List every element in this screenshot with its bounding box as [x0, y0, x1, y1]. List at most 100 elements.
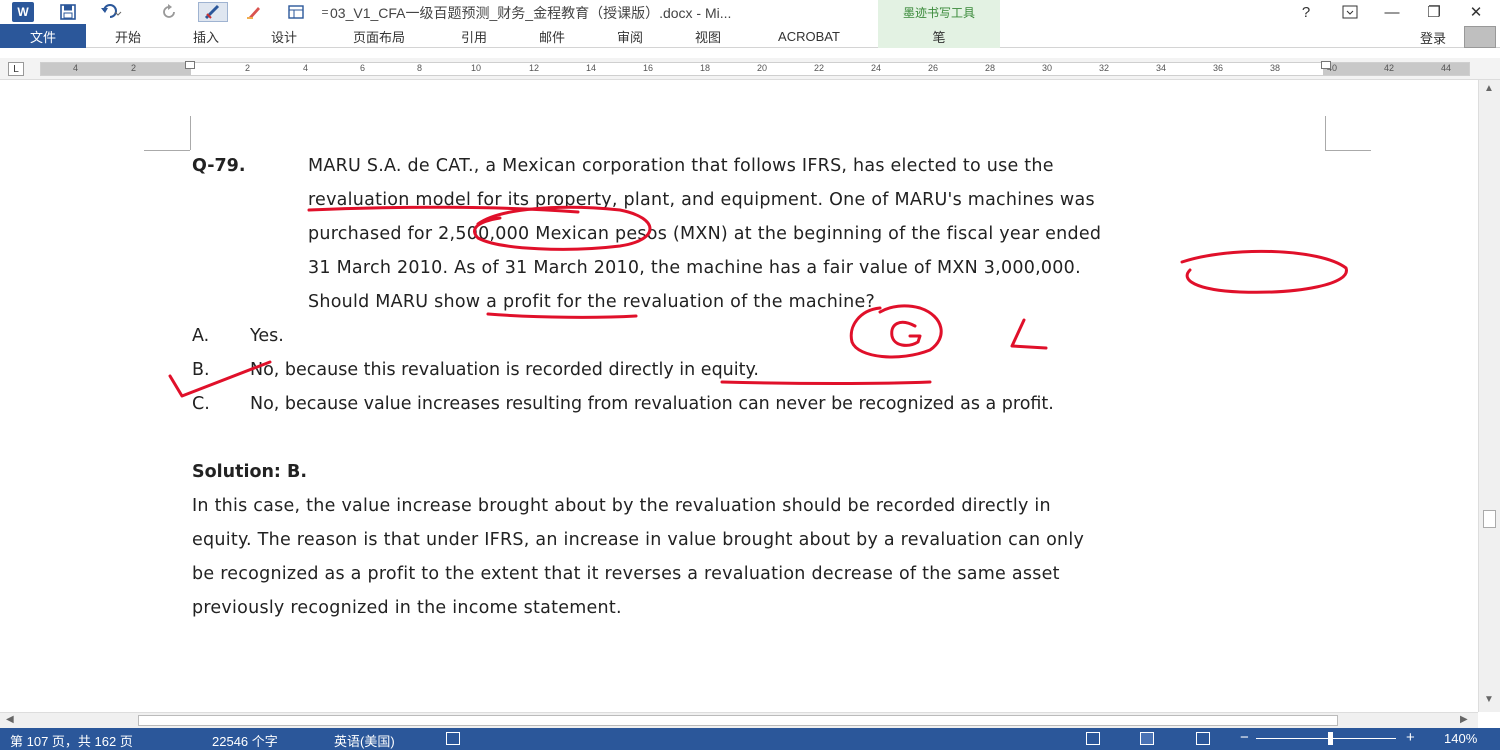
- tab-file[interactable]: 文件: [0, 24, 86, 48]
- page-count[interactable]: 第 107 页，共 162 页: [10, 731, 133, 750]
- pen-tool-icon[interactable]: [198, 2, 228, 22]
- status-bar: 第 107 页，共 162 页 22546 个字 英语(美国) − + 140%: [0, 728, 1500, 750]
- language-indicator[interactable]: 英语(美国): [334, 731, 395, 750]
- tab-acrobat[interactable]: ACROBAT: [756, 24, 862, 48]
- layout-icon[interactable]: [284, 2, 308, 22]
- tab-insert[interactable]: 插入: [178, 24, 234, 48]
- web-layout-icon[interactable]: [1196, 732, 1210, 745]
- ruler-number: 2: [131, 63, 137, 73]
- minimize-button[interactable]: —: [1378, 2, 1406, 22]
- first-line-indent-marker[interactable]: [185, 61, 195, 69]
- redo-icon[interactable]: [158, 2, 182, 22]
- save-icon[interactable]: [56, 2, 80, 22]
- highlighter-icon[interactable]: [242, 2, 266, 22]
- proofing-icon[interactable]: [446, 732, 460, 745]
- read-mode-icon[interactable]: [1086, 732, 1100, 745]
- document-page[interactable]: Q-79. MARU S.A. de CAT., a Mexican corpo…: [0, 80, 1478, 712]
- ruler-number: 28: [985, 63, 996, 73]
- crop-mark: [144, 150, 190, 151]
- word-app-icon[interactable]: W: [12, 2, 34, 22]
- zoom-slider-thumb[interactable]: [1328, 732, 1333, 745]
- ruler-number: 18: [700, 63, 711, 73]
- question-line: MARU S.A. de CAT., a Mexican corporation…: [308, 156, 1054, 176]
- letter-g-mark: [890, 320, 922, 347]
- horizontal-scroll-thumb[interactable]: [138, 715, 1338, 726]
- ruler-number: 38: [1270, 63, 1281, 73]
- option-letter: A.: [192, 326, 210, 346]
- question-line: Should MARU show a profit for the revalu…: [308, 292, 876, 312]
- solution-line: be recognized as a profit to the extent …: [192, 564, 1060, 584]
- word-count[interactable]: 22546 个字: [212, 731, 278, 750]
- right-indent-marker[interactable]: [1321, 61, 1331, 69]
- tab-page-layout[interactable]: 页面布局: [338, 24, 420, 48]
- ruler-number: 26: [928, 63, 939, 73]
- circle-g-mark: [849, 304, 943, 359]
- user-avatar[interactable]: [1464, 26, 1496, 48]
- tab-references[interactable]: 引用: [446, 24, 502, 48]
- question-line: purchased for 2,500,000 Mexican pesos (M…: [308, 224, 1102, 244]
- scroll-down-icon[interactable]: ▼: [1484, 694, 1494, 705]
- ruler-number: 14: [586, 63, 597, 73]
- zoom-slider[interactable]: [1256, 738, 1396, 739]
- solution-line: In this case, the value increase brought…: [192, 496, 1051, 516]
- question-line: revaluation model for its property, plan…: [308, 190, 1095, 210]
- ruler-number: 8: [417, 63, 423, 73]
- scroll-left-icon[interactable]: ◀: [6, 714, 14, 725]
- tab-mailings[interactable]: 邮件: [524, 24, 580, 48]
- ruler-number: 44: [1441, 63, 1452, 73]
- tab-view[interactable]: 视图: [680, 24, 736, 48]
- ruler-number: 6: [360, 63, 366, 73]
- ruler-number: 34: [1156, 63, 1167, 73]
- option-letter: C.: [192, 394, 210, 414]
- ruler-number: 42: [1384, 63, 1395, 73]
- crop-mark: [1325, 150, 1371, 151]
- tab-design[interactable]: 设计: [256, 24, 312, 48]
- undo-icon[interactable]: [96, 2, 126, 22]
- ruler-number: 2: [245, 63, 251, 73]
- scroll-right-icon[interactable]: ▶: [1460, 714, 1468, 725]
- solution-line: equity. The reason is that under IFRS, a…: [192, 530, 1085, 550]
- underline-show-a-profit: [486, 312, 638, 319]
- crop-mark: [1325, 116, 1326, 150]
- vertical-scroll-thumb[interactable]: [1483, 510, 1496, 528]
- horizontal-ruler[interactable]: 4 2 2 4 6 8 10 12 14 16 18 20 22 24 26 2…: [40, 61, 1470, 76]
- horizontal-scrollbar[interactable]: ◀ ▶: [0, 712, 1478, 728]
- ruler-number: 4: [303, 63, 309, 73]
- ribbon-display-options-icon[interactable]: [1336, 2, 1364, 22]
- solution-line: previously recognized in the income stat…: [192, 598, 622, 618]
- help-icon[interactable]: ?: [1292, 2, 1320, 22]
- tab-review[interactable]: 审阅: [602, 24, 658, 48]
- tab-home[interactable]: 开始: [100, 24, 156, 48]
- option-letter: B.: [192, 360, 210, 380]
- print-layout-icon[interactable]: [1140, 732, 1154, 745]
- ruler-number: 22: [814, 63, 825, 73]
- ruler-number: 36: [1213, 63, 1224, 73]
- zoom-in-button[interactable]: +: [1406, 729, 1415, 746]
- title-bar: W = 03_V1_CFA一级百题预测_财务_金程教育（授课版）.docx - …: [0, 0, 1500, 24]
- ruler-number: 30: [1042, 63, 1053, 73]
- sign-in-link[interactable]: 登录: [1420, 28, 1446, 47]
- vertical-scrollbar[interactable]: ▲ ▼: [1478, 80, 1500, 712]
- l-mark: [1010, 318, 1048, 350]
- option-text: Yes.: [250, 326, 284, 346]
- ruler-number: 12: [529, 63, 540, 73]
- zoom-out-button[interactable]: −: [1240, 729, 1249, 746]
- ruler-number: 32: [1099, 63, 1110, 73]
- tab-stop-selector[interactable]: L: [8, 62, 24, 76]
- ruler-number: 24: [871, 63, 882, 73]
- ribbon-tabs: 文件 开始 插入 设计 页面布局 引用 邮件 审阅 视图 ACROBAT 笔 登…: [0, 24, 1500, 48]
- ruler-bar: L 4 2 2 4 6 8 10 12 14 16 18 20 22 24 26…: [0, 58, 1500, 80]
- document-title: 03_V1_CFA一级百题预测_财务_金程教育（授课版）.docx - Mi..…: [330, 5, 732, 21]
- solution-heading: Solution: B.: [192, 462, 308, 482]
- restore-button[interactable]: ❐: [1420, 2, 1448, 22]
- ink-tools-group-label: 墨迹书写工具: [878, 0, 1000, 24]
- underline-directly-in-equity: [720, 380, 932, 385]
- scroll-up-icon[interactable]: ▲: [1484, 83, 1494, 94]
- ruler-left-margin: [41, 63, 191, 75]
- crop-mark: [190, 116, 191, 150]
- tab-pen[interactable]: 笔: [878, 24, 1000, 48]
- question-number: Q-79.: [192, 156, 246, 176]
- option-text: No, because value increases resulting fr…: [250, 394, 1054, 414]
- close-button[interactable]: ✕: [1462, 2, 1490, 22]
- zoom-level[interactable]: 140%: [1444, 731, 1477, 746]
